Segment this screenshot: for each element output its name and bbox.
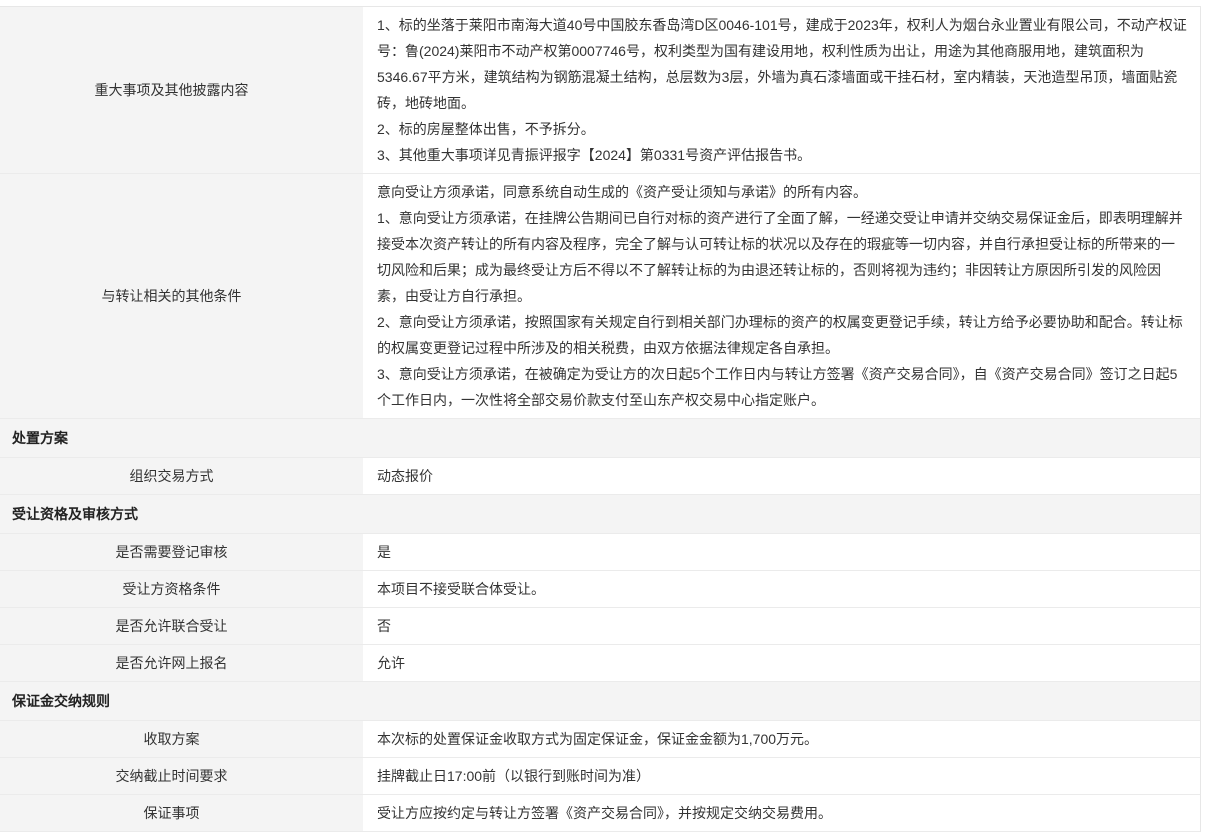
table-row: 是否允许联合受让 否 (0, 608, 1200, 645)
content-paragraph: 2、标的房屋整体出售，不予拆分。 (377, 116, 1188, 142)
row-label: 是否允许网上报名 (0, 645, 365, 681)
row-content: 否 (365, 608, 1200, 644)
row-content: 是 (365, 534, 1200, 570)
row-label: 交纳截止时间要求 (0, 758, 365, 794)
table-row: 是否允许网上报名 允许 (0, 645, 1200, 682)
row-label-text: 组织交易方式 (130, 467, 214, 485)
row-label: 是否允许联合受让 (0, 608, 365, 644)
content-paragraph: 3、其他重大事项详见青振评报字【2024】第0331号资产评估报告书。 (377, 142, 1188, 168)
content-paragraph: 否 (377, 613, 1188, 639)
section-title: 受让资格及审核方式 (12, 504, 138, 524)
row-content: 允许 (365, 645, 1200, 681)
row-label: 保证事项 (0, 795, 365, 831)
section-header-row: 保证金交纳规则 (0, 682, 1200, 721)
row-content: 挂牌截止日17:00前（以银行到账时间为准） (365, 758, 1200, 794)
content-paragraph: 2、意向受让方须承诺，按照国家有关规定自行到相关部门办理标的资产的权属变更登记手… (377, 309, 1188, 361)
row-label-text: 保证事项 (144, 804, 200, 822)
table-row: 与转让相关的其他条件 意向受让方须承诺，同意系统自动生成的《资产受让须知与承诺》的… (0, 174, 1200, 419)
content-paragraph: 3、意向受让方须承诺，在被确定为受让方的次日起5个工作日内与转让方签署《资产交易… (377, 361, 1188, 413)
table-row: 收取方案 本次标的处置保证金收取方式为固定保证金，保证金金额为1,700万元。 (0, 721, 1200, 758)
row-label: 收取方案 (0, 721, 365, 757)
content-paragraph: 本次标的处置保证金收取方式为固定保证金，保证金金额为1,700万元。 (377, 726, 1188, 752)
row-label-text: 是否允许联合受让 (116, 617, 228, 635)
row-content: 动态报价 (365, 458, 1200, 494)
content-paragraph: 挂牌截止日17:00前（以银行到账时间为准） (377, 763, 1188, 789)
content-paragraph: 1、意向受让方须承诺，在挂牌公告期间已自行对标的资产进行了全面了解，一经递交受让… (377, 205, 1188, 309)
listing-detail-table: 重大事项及其他披露内容 1、标的坐落于莱阳市南海大道40号中国胶东香岛湾D区004… (0, 6, 1201, 832)
content-paragraph: 动态报价 (377, 463, 1188, 489)
row-label: 重大事项及其他披露内容 (0, 7, 365, 173)
content-paragraph: 受让方应按约定与转让方签署《资产交易合同》，并按规定交纳交易费用。 (377, 800, 1188, 826)
row-content: 意向受让方须承诺，同意系统自动生成的《资产受让须知与承诺》的所有内容。1、意向受… (365, 174, 1200, 418)
row-content: 1、标的坐落于莱阳市南海大道40号中国胶东香岛湾D区0046-101号，建成于2… (365, 7, 1200, 173)
section-title: 处置方案 (12, 428, 68, 448)
table-row: 交纳截止时间要求 挂牌截止日17:00前（以银行到账时间为准） (0, 758, 1200, 795)
table-row: 重大事项及其他披露内容 1、标的坐落于莱阳市南海大道40号中国胶东香岛湾D区004… (0, 7, 1200, 174)
row-label: 与转让相关的其他条件 (0, 174, 365, 418)
table-row: 是否需要登记审核 是 (0, 534, 1200, 571)
row-label: 组织交易方式 (0, 458, 365, 494)
row-content: 本次标的处置保证金收取方式为固定保证金，保证金金额为1,700万元。 (365, 721, 1200, 757)
row-label-text: 是否允许网上报名 (116, 654, 228, 672)
content-paragraph: 是 (377, 539, 1188, 565)
content-paragraph: 允许 (377, 650, 1188, 676)
section-title: 保证金交纳规则 (12, 691, 110, 711)
section-header-row: 受让资格及审核方式 (0, 495, 1200, 534)
row-content: 受让方应按约定与转让方签署《资产交易合同》，并按规定交纳交易费用。 (365, 795, 1200, 831)
content-paragraph: 本项目不接受联合体受让。 (377, 576, 1188, 602)
content-paragraph: 1、标的坐落于莱阳市南海大道40号中国胶东香岛湾D区0046-101号，建成于2… (377, 12, 1188, 116)
row-label-text: 收取方案 (144, 730, 200, 748)
table-row: 组织交易方式 动态报价 (0, 458, 1200, 495)
row-label-text: 与转让相关的其他条件 (102, 287, 242, 305)
row-content: 本项目不接受联合体受让。 (365, 571, 1200, 607)
content-paragraph: 意向受让方须承诺，同意系统自动生成的《资产受让须知与承诺》的所有内容。 (377, 179, 1188, 205)
row-label: 是否需要登记审核 (0, 534, 365, 570)
row-label-text: 是否需要登记审核 (116, 543, 228, 561)
row-label-text: 受让方资格条件 (123, 580, 221, 598)
row-label: 受让方资格条件 (0, 571, 365, 607)
row-label-text: 交纳截止时间要求 (116, 767, 228, 785)
table-row: 保证事项 受让方应按约定与转让方签署《资产交易合同》，并按规定交纳交易费用。 (0, 795, 1200, 832)
row-label-text: 重大事项及其他披露内容 (95, 81, 249, 99)
section-header-row: 处置方案 (0, 419, 1200, 458)
table-row: 受让方资格条件 本项目不接受联合体受让。 (0, 571, 1200, 608)
